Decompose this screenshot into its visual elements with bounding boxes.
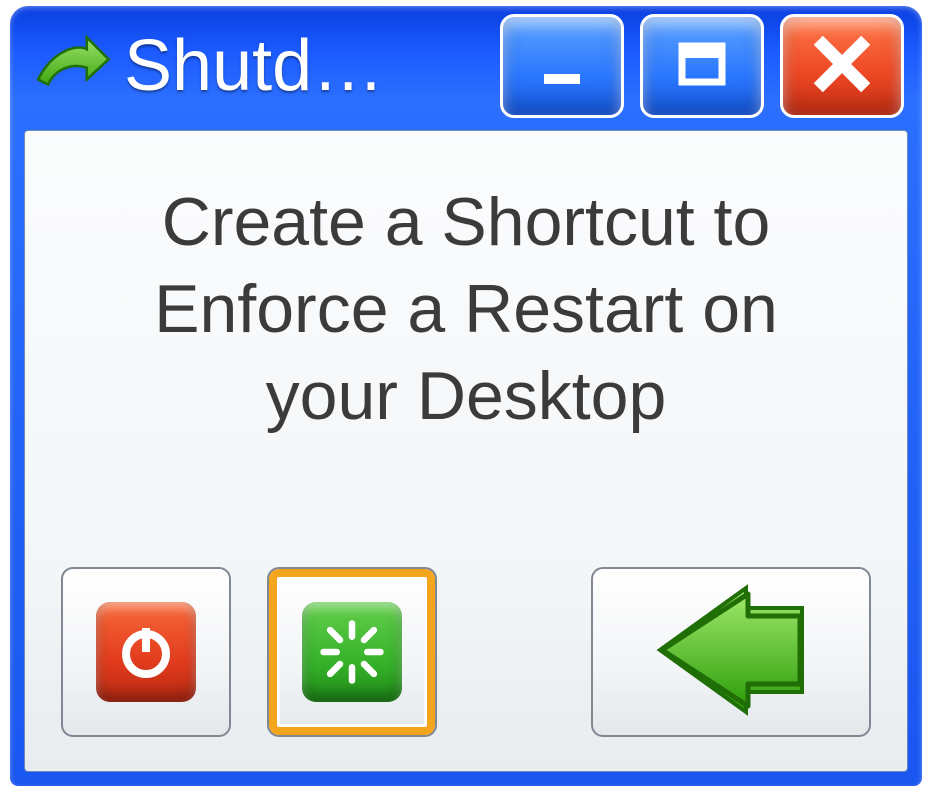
maximize-button[interactable] — [640, 14, 764, 118]
app-window: Shutd… — [10, 6, 922, 786]
back-button[interactable] — [591, 567, 871, 737]
window-controls — [500, 14, 904, 118]
minimize-icon — [532, 34, 592, 99]
back-arrow-icon — [646, 580, 816, 725]
restart-button[interactable] — [267, 567, 437, 737]
instruction-text: Create a Shortcut to Enforce a Restart o… — [25, 131, 907, 440]
power-icon — [96, 602, 196, 702]
minimize-button[interactable] — [500, 14, 624, 118]
close-icon — [810, 32, 874, 101]
window-title: Shutd… — [124, 25, 444, 107]
maximize-icon — [672, 34, 732, 99]
shutdown-button[interactable] — [61, 567, 231, 737]
close-button[interactable] — [780, 14, 904, 118]
action-bar — [61, 557, 871, 737]
client-area: Create a Shortcut to Enforce a Restart o… — [24, 130, 908, 772]
restart-spinner-icon — [302, 602, 402, 702]
shortcut-arrow-icon — [28, 24, 112, 108]
titlebar[interactable]: Shutd… — [10, 6, 922, 126]
